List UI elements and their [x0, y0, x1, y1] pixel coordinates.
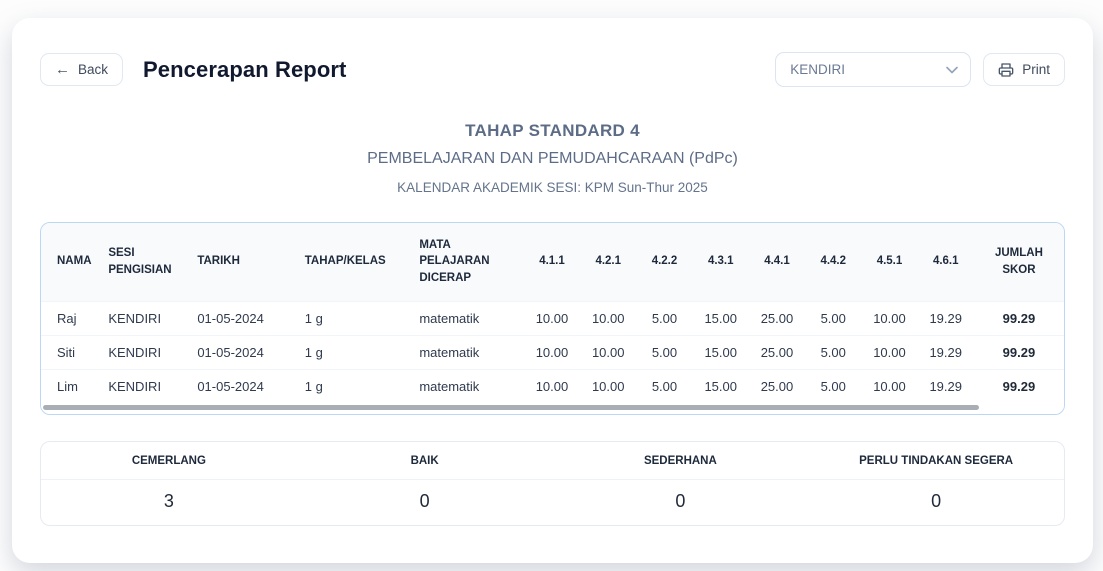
table-cell: 19.29: [917, 334, 974, 369]
session-filter-select[interactable]: KENDIRI: [775, 52, 972, 87]
table-cell: 19.29: [917, 368, 974, 403]
column-header: 4.4.2: [805, 223, 862, 301]
table-header-row: NAMA SESI PENGISIAN TARIKH TAHAP/KELAS MATA …: [41, 223, 1064, 301]
horizontal-scrollbar-thumb[interactable]: [43, 405, 980, 410]
summary-value: 0: [419, 491, 430, 511]
table-cell: 5.00: [636, 300, 693, 335]
table-cell: KENDIRI: [100, 368, 190, 403]
column-header: 4.6.1: [917, 223, 974, 301]
table-cell: 25.00: [748, 334, 806, 369]
session-filter-value: KENDIRI: [790, 62, 845, 77]
chevron-down-icon: [946, 66, 959, 74]
pencerapan-table: NAMA SESI PENGISIAN TARIKH TAHAP/KELAS MATA …: [41, 223, 1064, 403]
table-cell: 10.00: [861, 368, 918, 403]
table-row: Siti KENDIRI 01-05-2024 1 g matematik 10.00 10…: [41, 334, 1064, 369]
table-cell: 10.00: [523, 368, 581, 403]
table-cell: 10.00: [580, 334, 637, 369]
report-subtitle: PEMBELAJARAN DAN PEMUDAHCARAAN (PdPc): [367, 150, 738, 167]
table-cell: 1 g: [296, 300, 412, 335]
back-arrow-icon: ←: [55, 61, 70, 78]
table-cell: matematik: [411, 334, 524, 369]
table-cell: 1 g: [296, 334, 412, 369]
table-cell: 5.00: [636, 334, 693, 369]
table-cell: 01-05-2024: [189, 300, 297, 335]
table-cell: 1 g: [296, 368, 412, 403]
report-calendar: KALENDAR AKADEMIK SESI: KPM Sun-Thur 202…: [397, 180, 708, 195]
pencerapan-table-card: NAMA SESI PENGISIAN TARIKH TAHAP/KELAS MATA …: [40, 222, 1065, 415]
table-cell: 10.00: [580, 368, 637, 403]
table-cell: 25.00: [748, 368, 806, 403]
topbar: ← Back Pencerapan Report KENDIRI Print: [40, 52, 1065, 87]
column-header: MATA PELAJARAN DICERAP: [411, 223, 524, 301]
table-cell: Raj: [41, 300, 101, 335]
report-title: TAHAP STANDARD 4: [465, 121, 640, 140]
table-cell: 10.00: [523, 300, 581, 335]
table-cell: 5.00: [805, 334, 862, 369]
printer-icon: [998, 62, 1014, 78]
back-button-label: Back: [78, 62, 109, 77]
column-header: TAHAP/KELAS: [296, 223, 412, 301]
table-cell: KENDIRI: [100, 334, 190, 369]
table-cell: Siti: [41, 334, 101, 369]
table-cell: 15.00: [692, 368, 749, 403]
table-cell: 5.00: [805, 368, 862, 403]
column-header: 4.2.1: [580, 223, 637, 301]
column-header: NAMA: [41, 223, 101, 301]
column-header: 4.1.1: [523, 223, 581, 301]
column-header: JUMLAH SKOR: [973, 223, 1064, 301]
print-button[interactable]: Print: [983, 53, 1065, 86]
table-cell: 99.29: [973, 368, 1064, 403]
horizontal-scrollbar-track[interactable]: [41, 403, 1064, 414]
table-cell: matematik: [411, 300, 524, 335]
print-button-label: Print: [1022, 62, 1050, 77]
table-cell: 10.00: [580, 300, 637, 335]
report-card: ← Back Pencerapan Report KENDIRI Print T…: [12, 18, 1093, 563]
summary-column-header: SEDERHANA: [643, 455, 717, 467]
table-cell: KENDIRI: [100, 300, 190, 335]
table-cell: 10.00: [861, 300, 918, 335]
table-cell: 5.00: [636, 368, 693, 403]
summary-column-header: PERLU TINDAKAN SEGERA: [859, 455, 1014, 467]
summary-value: 0: [675, 491, 686, 511]
table-cell: matematik: [411, 368, 524, 403]
table-cell: Lim: [41, 368, 101, 403]
column-header: 4.5.1: [861, 223, 918, 301]
summary-column-header: CEMERLANG: [131, 455, 206, 467]
table-row: Raj KENDIRI 01-05-2024 1 g matematik 10.00 10.…: [41, 300, 1064, 335]
table-cell: 10.00: [861, 334, 918, 369]
table-cell: 01-05-2024: [189, 368, 297, 403]
column-header: 4.3.1: [692, 223, 749, 301]
summary-card: CEMERLANG BAIK SEDERHANA PERLU TINDAKAN SEG…: [40, 441, 1065, 526]
table-cell: 01-05-2024: [189, 334, 297, 369]
table-cell: 15.00: [692, 334, 749, 369]
column-header: TARIKH: [189, 223, 297, 301]
table-cell: 25.00: [748, 300, 806, 335]
page-title: Pencerapan Report: [143, 56, 347, 82]
table-cell: 19.29: [917, 300, 974, 335]
back-button[interactable]: ← Back: [40, 53, 124, 86]
table-cell: 15.00: [692, 300, 749, 335]
table-cell: 5.00: [805, 300, 862, 335]
column-header: SESI PENGISIAN: [100, 223, 190, 301]
table-row: Lim KENDIRI 01-05-2024 1 g matematik 10.00 10.…: [41, 368, 1064, 403]
report-headings: TAHAP STANDARD 4 PEMBELAJARAN DAN PEMUDA…: [40, 121, 1065, 195]
column-header: 4.4.1: [748, 223, 806, 301]
summary-value: 0: [931, 491, 942, 511]
summary-value: 3: [163, 491, 174, 511]
summary-values-row: 3 0 0 0: [41, 480, 1064, 525]
column-header: 4.2.2: [636, 223, 693, 301]
table-cell: 99.29: [973, 300, 1064, 335]
summary-column-header: BAIK: [410, 455, 439, 467]
table-cell: 99.29: [973, 334, 1064, 369]
summary-header-row: CEMERLANG BAIK SEDERHANA PERLU TINDAKAN SEG…: [41, 442, 1064, 480]
table-cell: 10.00: [523, 334, 581, 369]
